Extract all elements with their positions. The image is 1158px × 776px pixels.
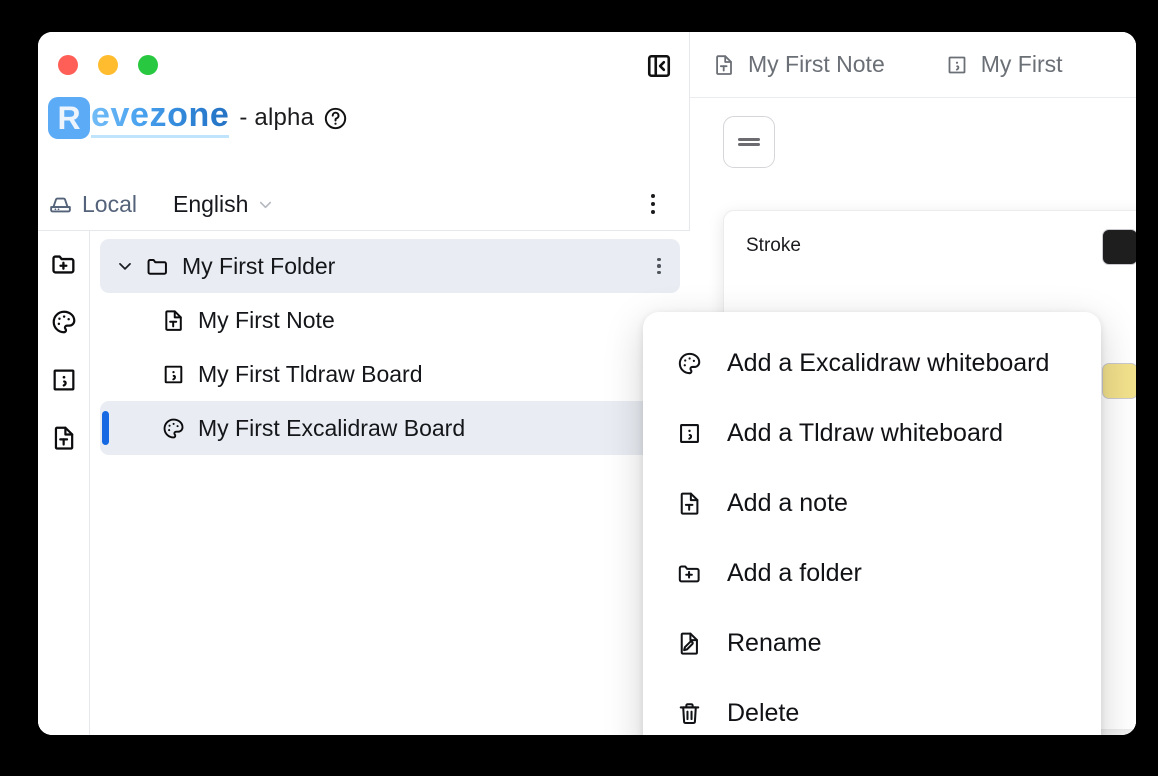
menu-item-delete[interactable]: Delete	[643, 678, 1101, 735]
chevron-down-icon[interactable]	[114, 256, 136, 276]
tree-row-label: My First Note	[198, 307, 335, 334]
rail-item-add-note[interactable]	[47, 421, 81, 455]
tldraw-icon	[675, 420, 703, 447]
file-pen-icon	[675, 630, 703, 657]
menu-item-add-excalidraw[interactable]: Add a Excalidraw whiteboard	[643, 328, 1101, 398]
brand-wordmark: evezone	[91, 98, 229, 137]
menu-item-label: Add a note	[727, 489, 848, 518]
sidebar-meta-row: Local English	[48, 182, 680, 226]
tree-row-excalidraw[interactable]: My First Excalidraw Board	[100, 401, 680, 455]
hamburger-line	[738, 143, 760, 146]
trash-icon	[675, 700, 703, 727]
language-label: English	[173, 191, 248, 218]
menu-item-add-tldraw[interactable]: Add a Tldraw whiteboard	[643, 398, 1101, 468]
minimize-window-button[interactable]	[98, 55, 118, 75]
storage-mode-label: Local	[82, 191, 137, 218]
hard-drive-icon	[48, 192, 73, 217]
tab-label: My First Note	[748, 51, 885, 78]
tab-my-first-tldraw[interactable]: My First	[945, 51, 1063, 78]
question-circle-icon[interactable]	[323, 106, 348, 131]
tab-my-first-note[interactable]: My First Note	[712, 51, 885, 78]
menu-item-label: Delete	[727, 699, 799, 728]
context-menu: Add a Excalidraw whiteboard Add a Tldraw…	[643, 312, 1101, 735]
tree-row-label: My First Excalidraw Board	[198, 415, 465, 442]
palette-icon	[160, 416, 186, 441]
chevron-down-icon	[256, 195, 275, 214]
file-text-icon	[712, 53, 736, 77]
folder-plus-icon	[675, 560, 703, 587]
menu-item-rename[interactable]: Rename	[643, 608, 1101, 678]
tree-row-label: My First Tldraw Board	[198, 361, 423, 388]
brand-version-label: - alpha	[239, 104, 314, 132]
sidebar-more-button[interactable]	[640, 189, 666, 219]
menu-item-add-folder[interactable]: Add a folder	[643, 538, 1101, 608]
hamburger-line	[738, 138, 760, 141]
rail-item-add-excalidraw[interactable]	[47, 305, 81, 339]
rail-item-add-tldraw[interactable]	[47, 363, 81, 397]
brand: R evezone - alpha	[48, 94, 348, 142]
tldraw-icon	[50, 366, 78, 394]
selection-indicator	[102, 411, 109, 445]
menu-item-label: Add a Excalidraw whiteboard	[727, 349, 1049, 378]
file-text-icon	[675, 490, 703, 517]
folder-icon	[144, 254, 170, 279]
rail-item-add-folder[interactable]	[47, 247, 81, 281]
menu-item-label: Rename	[727, 629, 822, 658]
maximize-window-button[interactable]	[138, 55, 158, 75]
close-window-button[interactable]	[58, 55, 78, 75]
panel-collapse-left-icon[interactable]	[643, 50, 675, 82]
stroke-label: Stroke	[746, 235, 1130, 257]
folder-plus-icon	[50, 250, 78, 278]
tldraw-icon	[160, 362, 186, 387]
app-window: R evezone - alpha	[38, 32, 1136, 735]
menu-item-add-note[interactable]: Add a note	[643, 468, 1101, 538]
language-selector[interactable]: English	[173, 191, 275, 218]
editor-tabbar: My First Note My First	[690, 32, 1136, 98]
file-text-icon	[160, 308, 186, 333]
tree-row-folder[interactable]: My First Folder	[100, 239, 680, 293]
tree-row-note[interactable]: My First Note	[100, 293, 680, 347]
palette-icon	[50, 308, 78, 336]
background-color-swatch[interactable]	[1102, 363, 1136, 399]
storage-mode-button[interactable]: Local	[48, 191, 137, 218]
file-tree: My First Folder My First Not	[90, 231, 690, 735]
sidebar-body: My First Folder My First Not	[38, 230, 690, 735]
screen-root: R evezone - alpha	[0, 0, 1158, 776]
icon-rail	[38, 231, 90, 735]
tldraw-icon	[945, 53, 969, 77]
logo-badge: R	[48, 97, 90, 139]
menu-item-label: Add a folder	[727, 559, 862, 588]
hamburger-icon[interactable]	[723, 116, 775, 168]
tree-row-label: My First Folder	[182, 253, 335, 280]
stroke-color-swatch[interactable]	[1102, 229, 1136, 265]
tree-row-more-button[interactable]	[648, 252, 670, 280]
window-traffic-lights	[58, 55, 158, 75]
sidebar-panel: R evezone - alpha	[38, 32, 690, 735]
menu-item-label: Add a Tldraw whiteboard	[727, 419, 1003, 448]
tab-label: My First	[981, 51, 1063, 78]
file-text-icon	[50, 424, 78, 452]
tree-row-tldraw[interactable]: My First Tldraw Board	[100, 347, 680, 401]
palette-icon	[675, 350, 703, 377]
